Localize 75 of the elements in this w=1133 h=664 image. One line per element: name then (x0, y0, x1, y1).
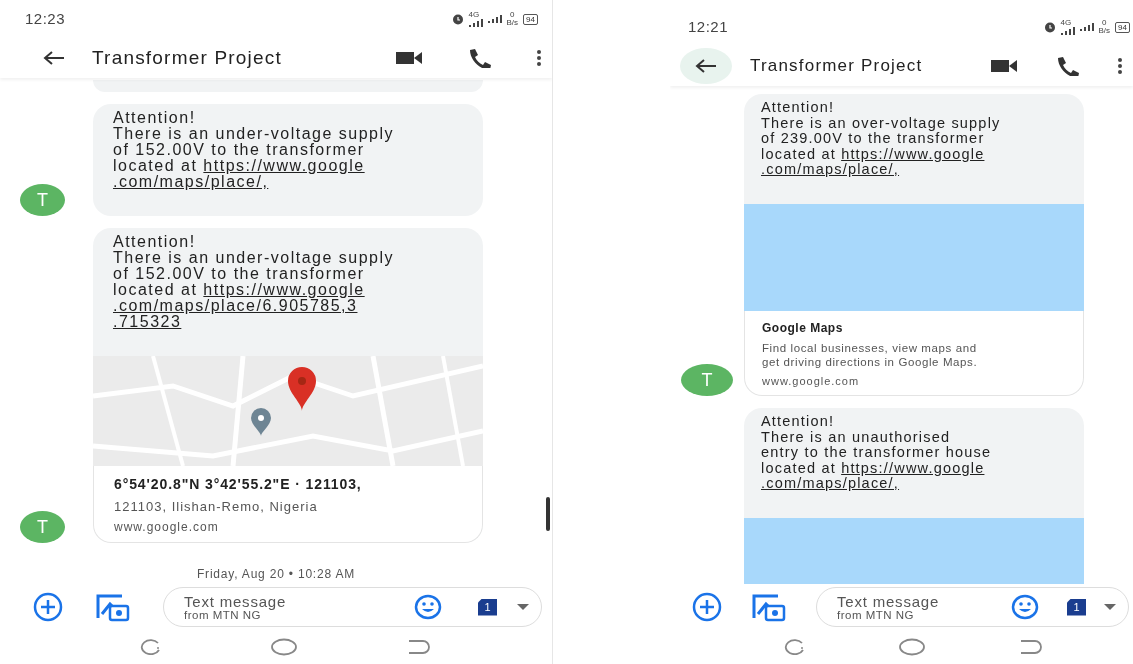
contact-avatar: T (20, 511, 65, 543)
gallery-icon[interactable] (96, 592, 130, 622)
preview-description: Find local businesses, view maps and get driving directions in Google Maps. (762, 340, 979, 369)
alarm-icon (451, 13, 464, 25)
add-icon[interactable] (33, 592, 63, 622)
sim-label: from MTN NG (837, 609, 915, 622)
more-options-icon[interactable] (1117, 57, 1123, 75)
more-options-icon[interactable] (536, 49, 542, 67)
scrollbar-thumb[interactable] (546, 497, 550, 531)
back-arrow-icon[interactable] (695, 58, 717, 74)
network-type: 4G (1060, 19, 1072, 27)
status-time: 12:21 (688, 16, 729, 37)
back-arrow-icon[interactable] (43, 50, 65, 66)
message-composer[interactable]: Text message from MTN NG 1 (816, 587, 1129, 627)
status-time: 12:23 (25, 8, 66, 29)
message-input[interactable]: Text message (837, 592, 987, 610)
sim-badge[interactable]: 1 (478, 598, 497, 616)
net-speed-unit: B/s (1098, 27, 1111, 35)
message-link[interactable]: .com/maps/place/, (113, 173, 269, 190)
date-separator: Friday, Aug 20 • 10:28 AM (195, 566, 357, 583)
back-nav-icon[interactable] (1018, 639, 1044, 655)
alarm-icon (1043, 21, 1056, 33)
phone-call-icon[interactable] (467, 48, 491, 68)
home-icon[interactable] (898, 638, 926, 656)
message-link[interactable]: .com/maps/place/6.905785,3 (113, 297, 358, 314)
message-text: Attention! There is an unauthorised entry to the transformer house located at https://www.google .com/maps/place/, (760, 412, 993, 493)
preview-title: 6°54'20.8"N 3°42'55.2"E · 121103, (114, 475, 363, 494)
recents-icon[interactable] (782, 639, 806, 655)
message-text: Attention! There is an over-voltage supply of 239.00V to the transformer located at https://www.google .com/maps/place/, (760, 98, 1002, 179)
message-link[interactable]: https://www.google (841, 459, 985, 476)
preview-description: 121103, Ilishan-Remo, Nigeria (114, 499, 319, 514)
signal-icon (1079, 23, 1094, 31)
phone-call-icon[interactable] (1055, 56, 1079, 76)
message-input[interactable]: Text message (184, 592, 334, 610)
message-link[interactable]: .com/maps/place/, (761, 161, 900, 177)
emoji-icon[interactable] (1011, 594, 1039, 620)
message-link[interactable]: https://www.google (203, 157, 365, 174)
net-speed-value: 0 (509, 11, 516, 19)
preview-domain: www.google.com (762, 373, 861, 389)
signal-icon (1060, 27, 1075, 35)
link-preview-card[interactable]: 6°54'20.8"N 3°42'55.2"E · 121103, 121103, Ilishan-Remo, Nigeria www.google.com (93, 466, 483, 543)
preview-domain: www.google.com (114, 519, 220, 536)
battery-level: 94 (523, 13, 538, 25)
net-speed-unit: B/s (506, 19, 519, 27)
signal-icon (468, 19, 483, 27)
message-link[interactable]: .com/maps/place/, (761, 475, 900, 491)
back-button[interactable] (680, 48, 732, 84)
caret-icon[interactable] (517, 604, 529, 610)
video-call-icon[interactable] (991, 58, 1017, 74)
message-link[interactable]: .715323 (113, 313, 182, 330)
sim-label: from MTN NG (184, 609, 262, 622)
preview-title: Google Maps (762, 319, 844, 337)
sim-badge[interactable]: 1 (1067, 598, 1086, 616)
link-preview-card[interactable]: Google Maps Find local businesses, view maps and get driving directions in Google Maps. www.google.com (744, 310, 1084, 396)
add-icon[interactable] (692, 592, 722, 622)
battery-level: 94 (1115, 21, 1130, 33)
recents-icon[interactable] (138, 639, 162, 655)
network-type: 4G (468, 11, 480, 19)
message-link[interactable]: https://www.google (841, 145, 985, 162)
message-link[interactable]: https://www.google (203, 281, 365, 298)
caret-icon[interactable] (1104, 604, 1116, 610)
conversation-title: Transformer Project (750, 55, 924, 78)
message-text: Attention! There is an under-voltage supply of 152.00V to the transformer located at https://www.google .com/maps/place/6.905785,3 .715323 (112, 232, 396, 332)
video-call-icon[interactable] (396, 50, 422, 66)
home-icon[interactable] (270, 638, 298, 656)
conversation-title: Transformer Project (92, 45, 283, 70)
message-text: Attention! There is an under-voltage supply of 152.00V to the transformer located at https://www.google .com/maps/place/, (112, 108, 396, 192)
signal-icon (487, 15, 502, 23)
back-nav-icon[interactable] (406, 639, 432, 655)
net-speed-value: 0 (1101, 19, 1108, 27)
emoji-icon[interactable] (414, 594, 442, 620)
contact-avatar: T (681, 364, 733, 396)
message-composer[interactable]: Text message from MTN NG 1 (163, 587, 542, 627)
gallery-icon[interactable] (752, 592, 786, 622)
contact-avatar: T (20, 184, 65, 216)
